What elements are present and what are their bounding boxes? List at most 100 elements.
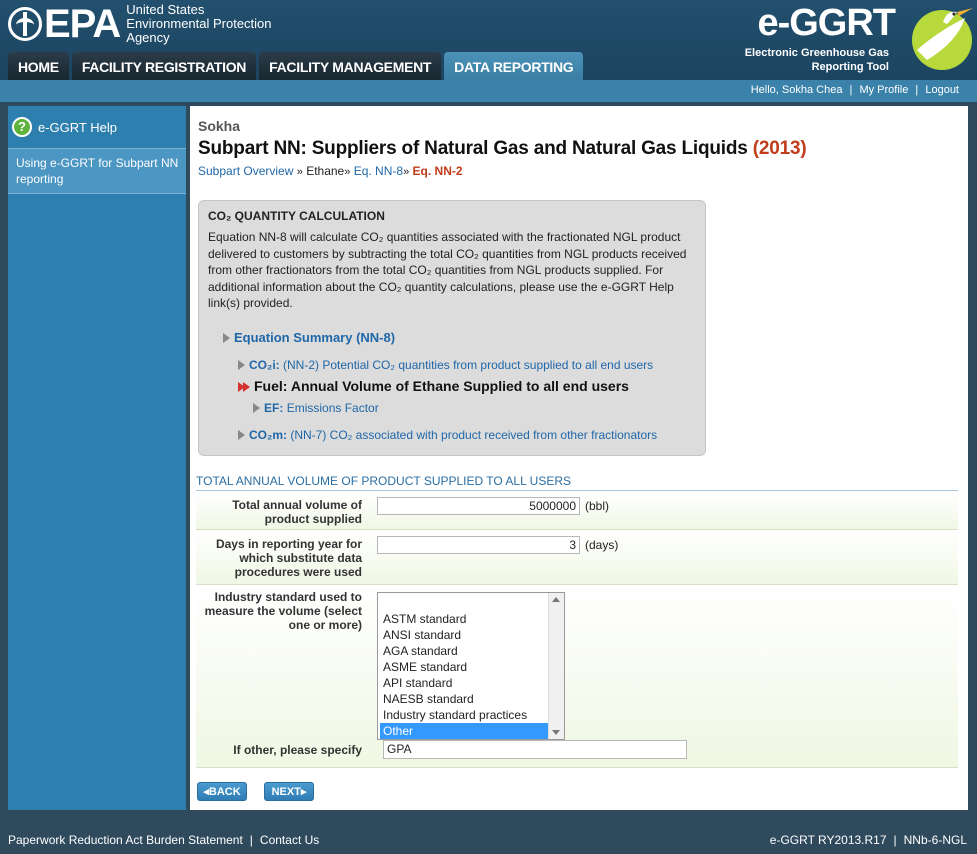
page-id: NNb-6-NGL	[903, 833, 967, 847]
page-title-text: Subpart NN: Suppliers of Natural Gas and…	[198, 138, 753, 159]
facility-name: Sokha	[198, 118, 241, 134]
tree-co2m[interactable]: CO₂m: (NN-7) CO₂ associated with product…	[238, 428, 657, 442]
separator: |	[915, 84, 919, 96]
co2i-text: (NN-2) Potential CO₂ quantities from pro…	[283, 358, 654, 372]
tree-co2i[interactable]: CO₂i: (NN-2) Potential CO₂ quantities fr…	[238, 358, 653, 372]
tree-ef[interactable]: EF: Emissions Factor	[253, 401, 379, 415]
help-link-subpart-nn[interactable]: Using e-GGRT for Subpart NN reporting	[8, 148, 186, 194]
nav-tab-facility-registration[interactable]: FACILITY REGISTRATION	[71, 52, 257, 80]
equation-summary-label: Equation Summary (NN-8)	[234, 330, 396, 345]
epa-logo[interactable]: EPA United States Environmental Protecti…	[8, 2, 296, 46]
option-industry-practices[interactable]: Industry standard practices	[380, 707, 548, 723]
nav-tab-facility-management[interactable]: FACILITY MANAGEMENT	[259, 52, 442, 80]
epa-seal-icon	[8, 7, 42, 41]
eggrt-subtitle-line-1: Electronic Greenhouse Gas	[744, 47, 889, 59]
epa-wordmark: EPA	[44, 2, 121, 46]
user-links: Hello, Sokha Chea | My Profile | Logout	[751, 84, 959, 96]
option-api[interactable]: API standard	[380, 675, 548, 691]
fuel-label: Fuel:	[254, 378, 288, 394]
days-input[interactable]: 3	[377, 536, 580, 554]
co2m-label: CO₂m:	[249, 428, 287, 442]
reporting-year: (2013)	[752, 138, 807, 159]
paperwork-link[interactable]: Paperwork Reduction Act Burden Statement	[8, 833, 243, 847]
breadcrumb-subpart-overview[interactable]: Subpart Overview	[198, 164, 293, 178]
calc-panel-description: Equation NN-8 will calculate CO₂ quantit…	[208, 230, 687, 310]
volume-label: Total annual volume of product supplied	[232, 498, 362, 526]
help-header: ? e-GGRT Help	[8, 106, 186, 148]
triangle-right-icon	[253, 403, 260, 413]
option-other[interactable]: Other	[380, 723, 548, 739]
tree-equation-summary[interactable]: Equation Summary (NN-8)	[223, 330, 395, 345]
eggrt-title: e-GGRT	[757, 2, 896, 44]
scroll-up-icon[interactable]	[552, 597, 560, 602]
next-button[interactable]: NEXT▸	[264, 782, 314, 801]
greeting: Hello, Sokha Chea	[750, 84, 843, 96]
scroll-down-icon[interactable]	[552, 730, 560, 735]
days-unit: (days)	[585, 538, 619, 552]
volume-input[interactable]: 5000000	[377, 497, 580, 515]
option-astm[interactable]: ASTM standard	[380, 611, 548, 627]
listbox-scrollbar[interactable]	[548, 593, 564, 739]
industry-standard-listbox[interactable]: ASTM standard ANSI standard AGA standard…	[377, 592, 565, 740]
nav-tab-data-reporting[interactable]: DATA REPORTING	[444, 52, 584, 80]
back-button-label: BACK	[208, 786, 241, 798]
separator: |	[249, 833, 253, 847]
my-profile-link[interactable]: My Profile	[859, 84, 908, 96]
breadcrumb-eq-nn-8[interactable]: Eq. NN-8	[354, 164, 403, 178]
ef-label: EF:	[264, 401, 284, 415]
site-footer: Paperwork Reduction Act Burden Statement…	[0, 826, 977, 854]
breadcrumb-ethane: Ethane	[306, 164, 345, 178]
agency-line-3: Agency	[126, 30, 170, 45]
page-title: Subpart NN: Suppliers of Natural Gas and…	[198, 138, 807, 160]
help-title: e-GGRT Help	[38, 119, 117, 135]
contact-us-link[interactable]: Contact Us	[260, 833, 319, 847]
agency-name: United States Environmental Protection A…	[126, 3, 296, 45]
form-row-days: Days in reporting year for which substit…	[196, 531, 958, 585]
site-header: EPA United States Environmental Protecti…	[0, 0, 977, 80]
option-aga[interactable]: AGA standard	[380, 643, 548, 659]
breadcrumb-separator: »	[344, 166, 351, 178]
co2m-text: (NN-7) CO₂ associated with product recei…	[290, 428, 658, 442]
page: EPA United States Environmental Protecti…	[0, 0, 977, 854]
form-row-standard: Industry standard used to measure the vo…	[196, 586, 958, 768]
help-question-icon: ?	[12, 117, 32, 137]
breadcrumb-eq-nn-2: Eq. NN-2	[412, 164, 463, 178]
breadcrumb: Subpart Overview » Ethane» Eq. NN-8» Eq.…	[198, 164, 463, 178]
separator: |	[893, 833, 897, 847]
option-asme[interactable]: ASME standard	[380, 659, 548, 675]
days-label: Days in reporting year for which substit…	[215, 537, 362, 579]
ef-text: Emissions Factor	[286, 401, 379, 415]
volume-unit: (bbl)	[585, 499, 610, 513]
main-content: Sokha Subpart NN: Suppliers of Natural G…	[190, 106, 968, 810]
eggrt-subtitle-line-2: Reporting Tool	[811, 61, 889, 73]
agency-line-2: Environmental Protection	[126, 16, 272, 31]
back-button[interactable]: ◂BACK	[197, 782, 247, 801]
breadcrumb-separator: »	[403, 166, 410, 178]
standard-label: Industry standard used to measure the vo…	[204, 590, 362, 632]
co2i-label: CO₂i:	[249, 358, 280, 372]
fuel-text: Annual Volume of Ethane Supplied to all …	[290, 378, 629, 394]
footer-version: e-GGRT RY2013.R17 | NNb-6-NGL	[770, 833, 967, 847]
other-row: GPA	[196, 740, 958, 762]
option-ansi[interactable]: ANSI standard	[380, 627, 548, 643]
triangle-right-icon	[238, 430, 245, 440]
section-heading: TOTAL ANNUAL VOLUME OF PRODUCT SUPPLIED …	[196, 474, 958, 491]
tree-fuel-current: Fuel: Annual Volume of Ethane Supplied t…	[238, 378, 629, 394]
next-arrow-icon: ▸	[300, 786, 307, 798]
separator: |	[849, 84, 853, 96]
breadcrumb-separator: »	[296, 166, 303, 178]
logout-link[interactable]: Logout	[925, 84, 959, 96]
nav-tab-home[interactable]: HOME	[8, 52, 69, 80]
agency-line-1: United States	[126, 2, 205, 17]
help-sidebar: ? e-GGRT Help Using e-GGRT for Subpart N…	[8, 106, 186, 810]
option-naesb[interactable]: NAESB standard	[380, 691, 548, 707]
user-bar: Hello, Sokha Chea | My Profile | Logout	[0, 80, 977, 102]
footer-links: Paperwork Reduction Act Burden Statement…	[8, 833, 319, 847]
current-arrow-icon	[243, 382, 250, 392]
triangle-right-icon	[223, 333, 230, 343]
other-specify-input[interactable]: GPA	[383, 740, 687, 759]
main-nav: HOME FACILITY REGISTRATION FACILITY MANA…	[8, 52, 586, 80]
egret-bird-icon	[912, 8, 973, 70]
co2-calculation-panel: CO₂ QUANTITY CALCULATION Equation NN-8 w…	[198, 200, 706, 456]
eggrt-subtitle: Electronic Greenhouse Gas Reporting Tool	[729, 46, 889, 74]
